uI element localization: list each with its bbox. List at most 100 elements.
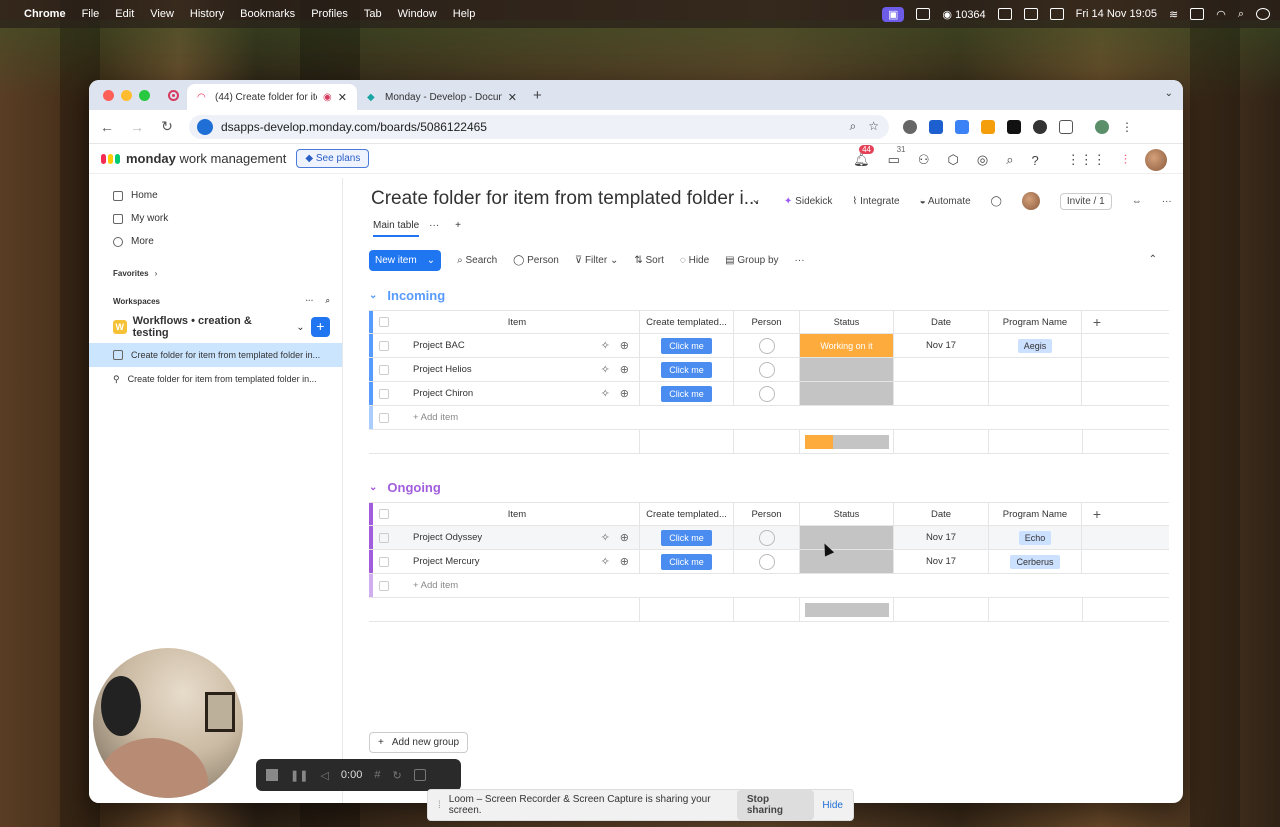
column-header-program[interactable]: Program Name	[988, 311, 1082, 333]
hide-button[interactable]: ◌ Hide	[680, 255, 709, 266]
close-window-button[interactable]	[103, 89, 114, 101]
tab-search-chevron-icon[interactable]: ⌄	[1165, 88, 1173, 99]
add-update-icon[interactable]: ⊕	[620, 339, 629, 352]
extension-icon[interactable]	[903, 119, 917, 134]
sparkle-icon[interactable]: ✧	[601, 555, 610, 568]
menu-file[interactable]: File	[82, 8, 100, 20]
automate-button[interactable]: ◒ Automate	[920, 196, 971, 207]
column-header-date[interactable]: Date	[893, 311, 988, 333]
add-update-icon[interactable]: ⊕	[620, 555, 629, 568]
sidebar-board-main[interactable]: Create folder for item from templated fo…	[89, 343, 342, 367]
extension-icon[interactable]	[1007, 119, 1021, 134]
program-cell[interactable]: Aegis	[988, 334, 1082, 357]
tab-monday-board[interactable]: ◠ (44) Create folder for item ◉ ✕	[187, 84, 357, 110]
row-checkbox[interactable]	[379, 532, 389, 543]
item-name[interactable]: Project BAC	[413, 340, 465, 351]
table-row[interactable]: Project Odyssey ✧ ⊕ Click me Nov 17 Echo	[369, 526, 1169, 550]
menubar-extension-icon[interactable]	[1023, 8, 1038, 20]
hide-banner-link[interactable]: Hide	[822, 800, 843, 811]
favorites-section[interactable]: Favorites ›	[89, 263, 342, 283]
status-cell[interactable]	[799, 382, 893, 405]
program-cell[interactable]: Echo	[988, 526, 1082, 549]
chevron-down-icon[interactable]: ⌄	[427, 255, 435, 266]
close-tab-icon[interactable]: ✕	[508, 91, 517, 104]
owner-avatar[interactable]	[1021, 192, 1040, 210]
mute-icon[interactable]: ◁	[320, 769, 328, 782]
date-cell[interactable]: Nov 17	[893, 550, 988, 573]
puzzle-icon[interactable]	[1059, 119, 1073, 134]
grid-icon[interactable]: #	[374, 769, 380, 781]
sidebar-item-more[interactable]: More	[89, 230, 342, 253]
menu-bookmarks[interactable]: Bookmarks	[240, 8, 295, 20]
integrate-button[interactable]: ⌇ Integrate	[852, 196, 899, 207]
group-header[interactable]: ⌄ Incoming	[369, 284, 1169, 306]
column-header-date[interactable]: Date	[893, 503, 988, 525]
menu-tab[interactable]: Tab	[364, 8, 382, 20]
group-header[interactable]: ⌄ Ongoing	[369, 476, 1169, 498]
table-row[interactable]: Project BAC ✧ ⊕ Click me Working on it Nov…	[369, 334, 1169, 358]
user-avatar[interactable]	[1145, 149, 1167, 171]
select-all-checkbox[interactable]	[379, 317, 389, 327]
add-to-workspace-button[interactable]: +	[310, 317, 330, 337]
invite-members-icon[interactable]: ⚇	[918, 152, 930, 168]
sidebar-board-secondary[interactable]: ⚲ Create folder for item from templated …	[89, 367, 342, 391]
program-cell[interactable]	[988, 382, 1082, 405]
column-header-status[interactable]: Status	[799, 311, 893, 333]
sidekick-button[interactable]: ✦ Sidekick	[784, 196, 832, 207]
column-header-program[interactable]: Program Name	[988, 503, 1082, 525]
person-avatar-icon[interactable]	[758, 337, 775, 354]
click-me-button[interactable]: Click me	[661, 553, 712, 570]
menu-app-name[interactable]: Chrome	[24, 8, 66, 20]
extension-icon[interactable]	[981, 119, 995, 134]
column-header-item[interactable]: Item	[395, 509, 639, 520]
select-all-checkbox[interactable]	[379, 509, 389, 519]
more-options-icon[interactable]: ···	[1162, 196, 1172, 207]
control-center-icon[interactable]	[1256, 8, 1270, 20]
zoom-icon[interactable]: ⌕	[850, 119, 857, 134]
tab-main-table[interactable]: Main table	[373, 220, 420, 237]
sparkle-icon[interactable]: ✧	[601, 387, 610, 400]
workspace-selector[interactable]: W Workflows • creation & testing ⌄ +	[113, 315, 330, 339]
apps-grid-icon[interactable]: ⋮⋮⋮	[1067, 152, 1106, 168]
status-summary[interactable]	[799, 598, 893, 621]
restart-icon[interactable]: ↻	[392, 769, 401, 782]
date-cell[interactable]	[893, 358, 988, 381]
status-cell[interactable]: Working on it	[799, 334, 893, 357]
invite-button[interactable]: Invite / 1	[1059, 192, 1112, 210]
add-item-input[interactable]: + Add item	[395, 580, 639, 591]
program-cell[interactable]: Cerberus	[988, 550, 1082, 573]
item-name[interactable]: Project Helios	[413, 364, 472, 375]
pause-icon[interactable]: ❚❚	[290, 769, 308, 782]
add-update-icon[interactable]: ⊕	[620, 387, 629, 400]
person-avatar-icon[interactable]	[758, 385, 775, 402]
back-icon[interactable]: ←	[99, 119, 115, 135]
table-row[interactable]: Project Helios ✧ ⊕ Click me	[369, 358, 1169, 382]
see-plans-button[interactable]: ◆ See plans	[296, 149, 370, 168]
menu-edit[interactable]: Edit	[115, 8, 134, 20]
column-header-person[interactable]: Person	[733, 311, 799, 333]
screen-share-icon[interactable]: ▣	[882, 6, 905, 22]
group-name[interactable]: Ongoing	[387, 480, 440, 495]
profile-icon[interactable]	[1095, 119, 1109, 134]
stop-recording-icon[interactable]	[266, 769, 278, 781]
date-cell[interactable]: Nov 17	[893, 334, 988, 357]
sidebar-item-home[interactable]: Home	[89, 184, 342, 207]
extension-icon[interactable]	[929, 119, 943, 134]
search-icon[interactable]: ⌕	[326, 296, 330, 306]
counter-status[interactable]: ◉ 10364	[942, 8, 985, 21]
collapse-header-icon[interactable]: ⌃	[1149, 254, 1157, 265]
address-bar[interactable]: dsapps-develop.monday.com/boards/5086122…	[189, 114, 889, 139]
view-more-icon[interactable]: ···	[429, 220, 439, 237]
integrations-icon[interactable]: ⬡	[948, 152, 959, 168]
person-avatar-icon[interactable]	[758, 361, 775, 378]
search-icon[interactable]: ⌕	[1006, 152, 1013, 168]
spotlight-icon[interactable]: ⌕	[1238, 8, 1244, 21]
extension-icon[interactable]	[1033, 119, 1047, 134]
loom-camera-bubble[interactable]	[93, 648, 243, 798]
clock[interactable]: Fri 14 Nov 19:05	[1076, 8, 1157, 20]
brand-name[interactable]: monday work management	[126, 151, 286, 166]
item-name[interactable]: Project Odyssey	[413, 532, 482, 543]
extension-icon[interactable]	[955, 119, 969, 134]
reload-icon[interactable]: ↻	[159, 118, 175, 135]
monday-products-icon[interactable]: ⫶	[1124, 152, 1127, 168]
